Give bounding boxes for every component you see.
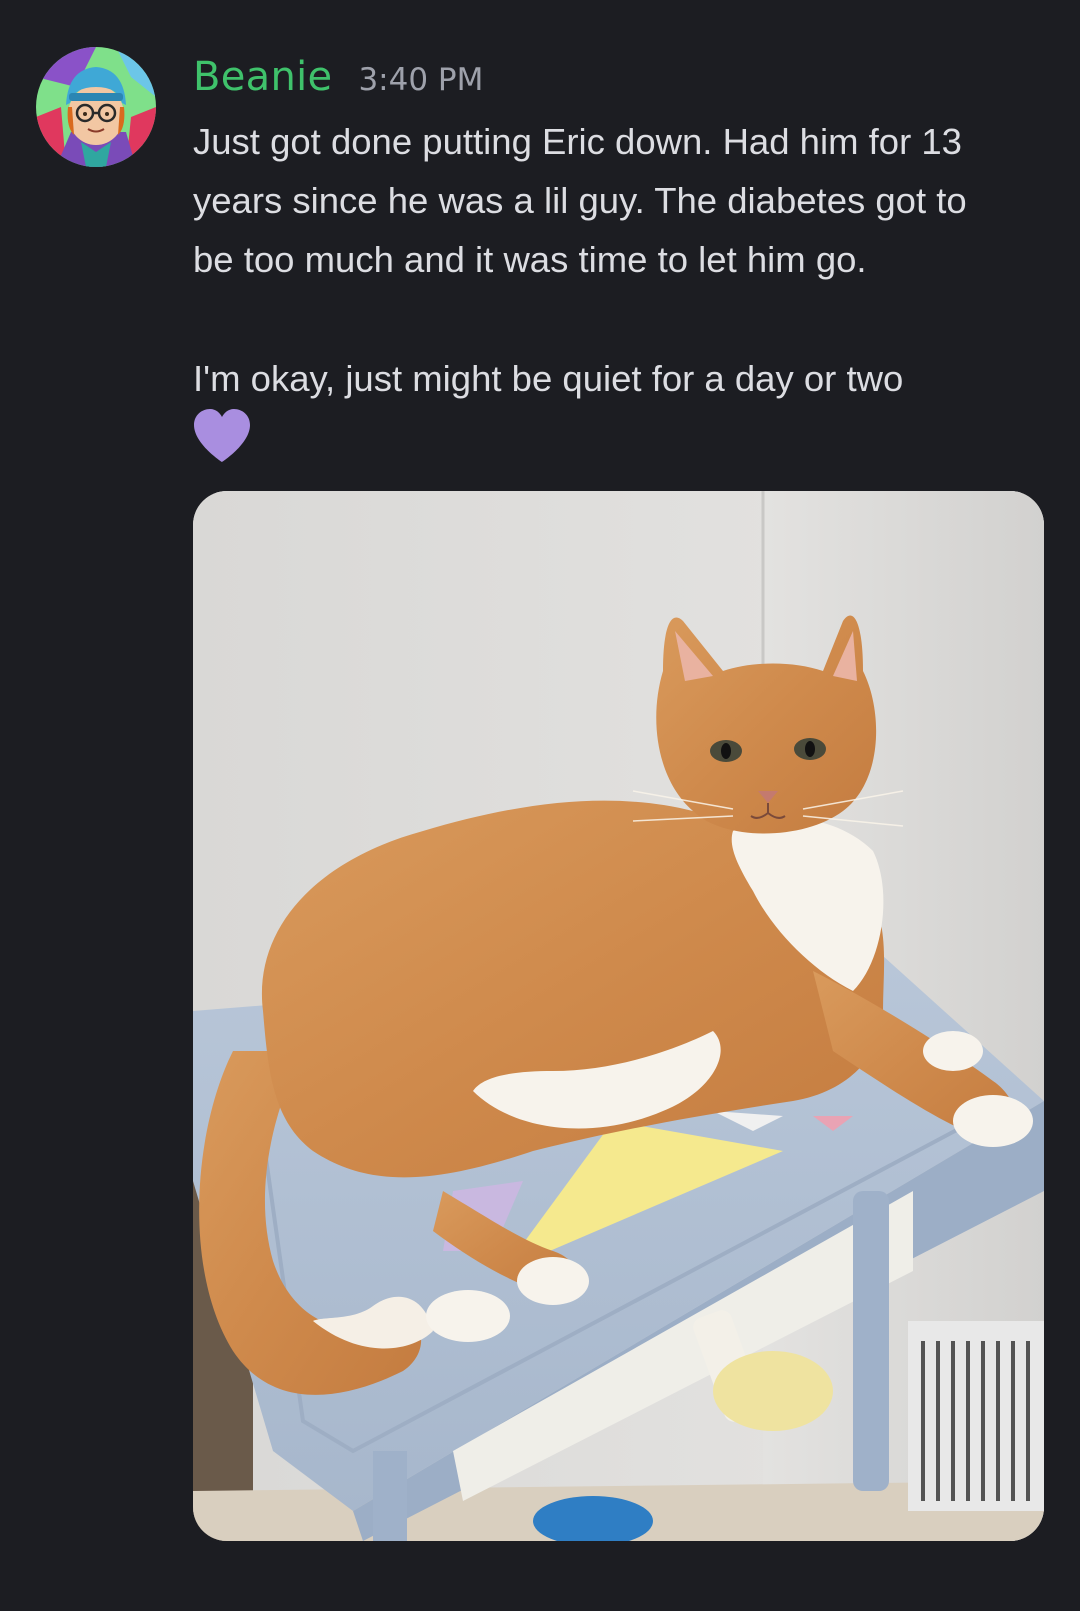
message-line: years since he was a lil guy. The diabet… <box>193 180 967 221</box>
message-content: Just got done putting Eric down. Had him… <box>193 112 1053 408</box>
cat-photo <box>193 491 1044 1541</box>
user-avatar[interactable] <box>36 47 156 167</box>
message-line: Just got done putting Eric down. Had him… <box>193 121 962 162</box>
paragraph-break <box>193 289 1053 349</box>
avatar-illustration <box>36 47 156 167</box>
purple-heart-icon <box>192 408 252 464</box>
chat-message: Beanie 3:40 PM Just got done putting Eri… <box>0 0 1080 1611</box>
author-name[interactable]: Beanie <box>193 54 332 100</box>
message-header: Beanie 3:40 PM <box>193 54 483 106</box>
message-timestamp: 3:40 PM <box>358 62 484 98</box>
message-line: be too much and it was time to let him g… <box>193 239 867 280</box>
image-attachment[interactable] <box>193 491 1044 1541</box>
message-line: I'm okay, just might be quiet for a day … <box>193 358 904 399</box>
